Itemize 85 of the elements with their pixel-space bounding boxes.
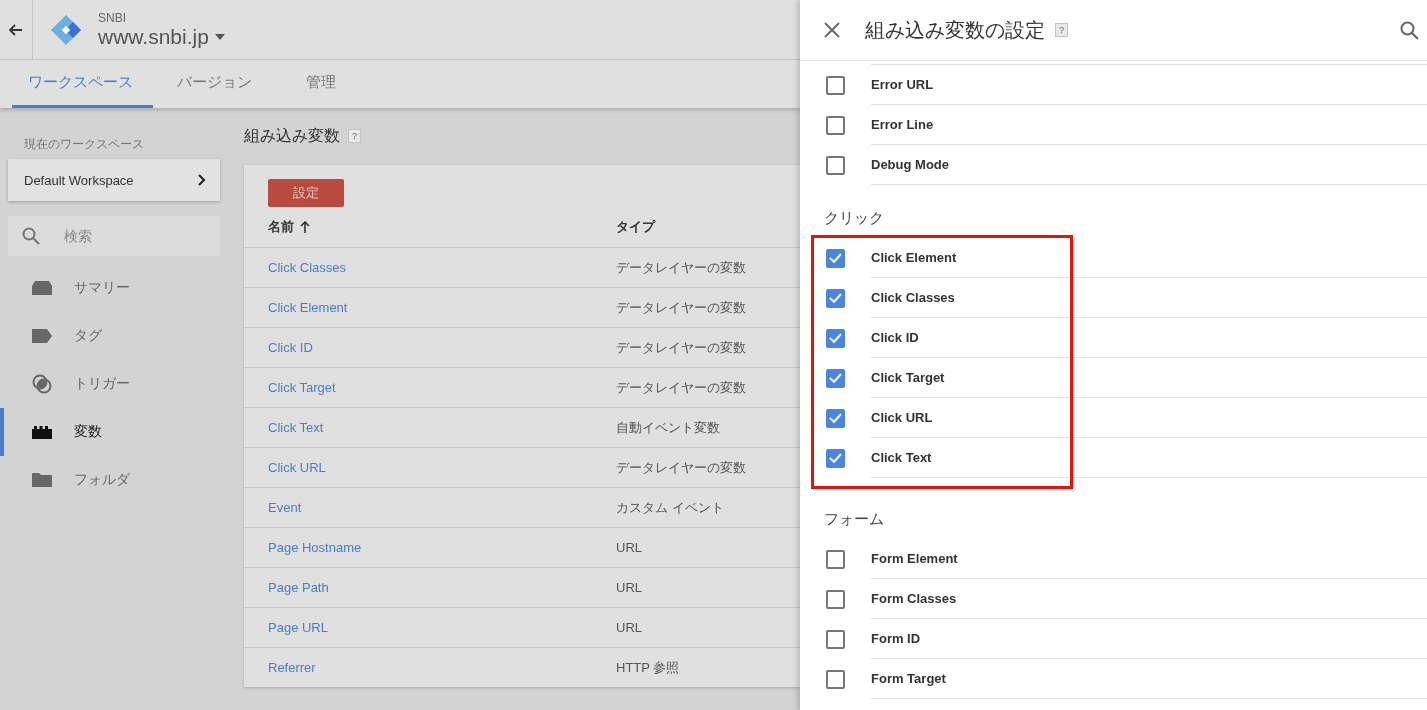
variable-link[interactable]: Click Text xyxy=(244,420,616,435)
checkbox[interactable] xyxy=(826,328,845,348)
checkbox-label: Click ID xyxy=(871,318,1427,358)
close-button[interactable] xyxy=(824,22,840,38)
table-cell: データレイヤーの変数 xyxy=(616,378,746,397)
folder-icon xyxy=(32,472,52,488)
checkbox-label: Form ID xyxy=(871,619,1427,659)
help-icon[interactable]: ? xyxy=(1055,23,1068,37)
checkbox[interactable] xyxy=(826,589,845,609)
checkbox[interactable] xyxy=(826,629,845,649)
variable-link[interactable]: Page URL xyxy=(244,620,616,635)
nav-tab[interactable]: 管理 xyxy=(286,60,356,108)
diamond-logo-icon xyxy=(50,13,82,46)
variable-link[interactable]: Click Element xyxy=(244,300,616,315)
nav-tab[interactable]: バージョン xyxy=(157,60,272,108)
checkbox[interactable] xyxy=(826,368,845,388)
checkbox[interactable] xyxy=(826,288,845,308)
checkbox[interactable] xyxy=(826,549,845,569)
checkbox-label: Click Classes xyxy=(871,278,1427,318)
dropdown-caret-icon xyxy=(214,33,225,40)
help-icon[interactable]: ? xyxy=(348,129,361,143)
table-cell: URL xyxy=(616,540,642,555)
workspace-selector[interactable]: Default Workspace xyxy=(8,159,220,201)
variable-link[interactable]: Click Target xyxy=(244,380,616,395)
table-cell: データレイヤーの変数 xyxy=(616,298,746,317)
variable-link[interactable]: Event xyxy=(244,500,616,515)
checkbox[interactable] xyxy=(826,75,845,95)
checkbox-label: Form Target xyxy=(871,659,1427,699)
chevron-right-icon xyxy=(198,174,206,186)
checkbox-label: Form Classes xyxy=(871,579,1427,619)
account-name: SNBI xyxy=(98,10,127,25)
variable-link[interactable]: Page Hostname xyxy=(244,540,616,555)
section-title: 組み込み変数 xyxy=(244,125,340,146)
checkbox[interactable] xyxy=(826,408,845,428)
checkbox-label: Click Target xyxy=(871,358,1427,398)
search-icon xyxy=(22,227,40,245)
checkbox[interactable] xyxy=(826,669,845,689)
table-cell: HTTP 参照 xyxy=(616,658,680,677)
variable-link[interactable]: Click URL xyxy=(244,460,616,475)
section-heading: クリック xyxy=(823,208,885,228)
variable-link[interactable]: Click ID xyxy=(244,340,616,355)
table-cell: 自動イベント変数 xyxy=(616,418,720,437)
checkbox[interactable] xyxy=(826,248,845,268)
close-icon xyxy=(824,22,840,38)
tag-icon xyxy=(32,329,52,343)
table-cell: カスタム イベント xyxy=(616,498,724,517)
section-heading: フォーム xyxy=(823,509,885,529)
nav-tab[interactable]: ワークスペース xyxy=(12,60,153,108)
checkbox-label: Error Line xyxy=(871,105,1427,145)
sidebar-item[interactable]: 変数 xyxy=(0,408,220,456)
back-arrow-icon xyxy=(9,23,23,36)
table-cell: データレイヤーの変数 xyxy=(616,338,746,357)
checkbox-label: Click URL xyxy=(871,398,1427,438)
search-field[interactable]: 検索 xyxy=(8,216,220,256)
variable-link[interactable]: Referrer xyxy=(244,660,616,675)
table-cell: データレイヤーの変数 xyxy=(616,258,746,277)
checkbox[interactable] xyxy=(826,448,845,468)
container-selector[interactable]: www.snbi.jp xyxy=(98,24,225,49)
sidebar-item[interactable]: トリガー xyxy=(0,360,220,408)
checkbox-label: Error URL xyxy=(871,65,1427,105)
variable-link[interactable]: Click Classes xyxy=(244,260,616,275)
workspace-label: 現在のワークスペース xyxy=(23,136,145,153)
search-icon xyxy=(1400,20,1419,40)
circles-icon xyxy=(32,374,52,394)
search-button[interactable] xyxy=(1400,20,1419,40)
configure-button[interactable]: 設定 xyxy=(268,179,344,207)
column-header[interactable]: 名前 xyxy=(244,218,616,236)
checkbox-label: Click Text xyxy=(871,438,1427,478)
checkbox[interactable] xyxy=(826,115,845,135)
brick-icon xyxy=(32,425,52,439)
table-cell: データレイヤーの変数 xyxy=(616,458,746,477)
sidebar-item[interactable]: サマリー xyxy=(0,264,220,312)
sort-up-icon xyxy=(300,221,310,233)
checkbox-label: Debug Mode xyxy=(871,145,1427,185)
table-cell: URL xyxy=(616,620,642,635)
column-header[interactable]: タイプ xyxy=(616,218,655,236)
checkbox-label: Click Element xyxy=(871,238,1427,278)
sidebar-item[interactable]: タグ xyxy=(0,312,220,360)
tray-icon xyxy=(32,280,52,296)
sidebar-item[interactable]: フォルダ xyxy=(0,456,220,504)
checkbox-label: Form Element xyxy=(871,539,1427,579)
checkbox[interactable] xyxy=(826,155,845,175)
table-cell: URL xyxy=(616,580,642,595)
variable-link[interactable]: Page Path xyxy=(244,580,616,595)
panel-title: 組み込み変数の設定 xyxy=(865,17,1045,43)
